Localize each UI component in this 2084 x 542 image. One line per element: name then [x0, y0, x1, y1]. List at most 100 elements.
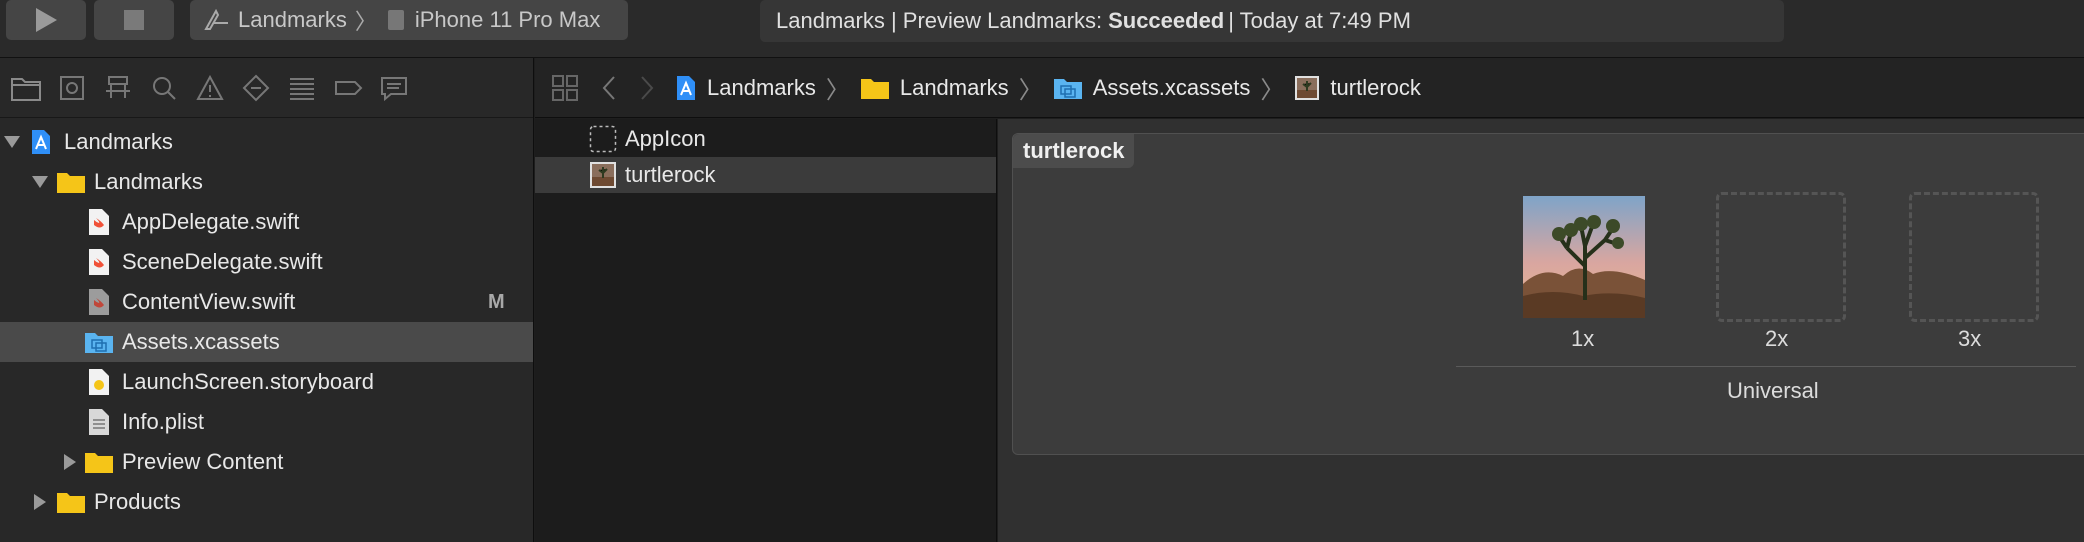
search-icon	[153, 76, 176, 100]
tree-item-label: Preview Content	[122, 449, 284, 474]
activity-status: Landmarks | Preview Landmarks: Succeeded…	[760, 0, 1784, 42]
related-items-icon[interactable]	[551, 74, 579, 102]
tree-item-label: Assets.xcassets	[122, 329, 280, 354]
tree-item-label: ContentView.swift	[122, 289, 296, 314]
image-set: turtlerock 1x 2x 3x Universal	[1012, 133, 2084, 455]
breadcrumb-group[interactable]: Landmarks 〉	[860, 70, 1053, 105]
tree-item-products[interactable]: Products	[0, 482, 533, 522]
folder-icon	[85, 453, 113, 473]
group-divider	[1456, 366, 2076, 367]
tree-item-scenedelegate[interactable]: SceneDelegate.swift	[0, 242, 533, 282]
scale-label-1x: 1x	[1571, 326, 1595, 351]
tree-item-infoplist[interactable]: Info.plist	[0, 402, 533, 442]
folder-icon	[860, 78, 889, 99]
plist-icon	[89, 409, 109, 435]
image-slot-1x[interactable]	[1523, 196, 1645, 318]
stop-button[interactable]	[94, 0, 174, 40]
xcode-project-icon	[32, 130, 50, 154]
scheme-device: iPhone 11 Pro Max	[414, 7, 601, 32]
image-thumbnail-icon	[590, 162, 616, 188]
disclosure-down-icon[interactable]	[4, 136, 20, 148]
tree-item-assets[interactable]: Assets.xcassets	[0, 322, 533, 362]
chevron-right-icon: 〉	[1018, 77, 1043, 104]
tab-report[interactable]	[376, 70, 412, 106]
disclosure-right-icon[interactable]	[64, 454, 76, 470]
appicon-placeholder-icon	[589, 125, 617, 153]
jump-bar: Landmarks 〉 Landmarks 〉 Assets.xcassets …	[535, 58, 2084, 118]
asset-item-label: turtlerock	[625, 162, 716, 187]
scale-label-3x: 3x	[1958, 326, 1982, 351]
image-set-title: turtlerock	[1013, 134, 1135, 168]
device-icon	[387, 10, 404, 30]
scheme-selector[interactable]: Landmarks 〉 iPhone 11 Pro Max	[190, 0, 628, 40]
app-scheme-icon	[204, 9, 228, 30]
forward-arrow-icon[interactable]	[639, 75, 655, 101]
asset-item-appicon[interactable]: AppIcon	[535, 121, 996, 157]
tab-project[interactable]	[8, 70, 44, 106]
chevron-right-icon: 〉	[825, 77, 850, 104]
toolbar: Landmarks 〉 iPhone 11 Pro Max Landmarks …	[0, 0, 2084, 58]
asset-list: AppIcon turtlerock	[535, 119, 997, 542]
image-slot-2x[interactable]	[1716, 192, 1846, 322]
project-navigator: Landmarks Landmarks AppDelegate.swift Sc…	[0, 58, 534, 542]
disclosure-down-icon[interactable]	[32, 176, 48, 188]
test-icon	[242, 74, 270, 101]
asset-item-label: AppIcon	[625, 126, 706, 151]
swift-file-icon	[89, 209, 109, 235]
asset-editor-canvas: turtlerock 1x 2x 3x Universal	[998, 119, 2084, 542]
tab-source-control[interactable]	[54, 70, 90, 106]
run-button[interactable]	[6, 0, 86, 40]
tree-item-contentview[interactable]: ContentView.swift M	[0, 282, 533, 322]
tab-test[interactable]	[238, 70, 274, 106]
image-slot-3x[interactable]	[1909, 192, 2039, 322]
scale-label-2x: 2x	[1765, 326, 1789, 351]
tree-item-launchscreen[interactable]: LaunchScreen.storyboard	[0, 362, 533, 402]
tree-item-label: AppDelegate.swift	[122, 209, 300, 234]
breadcrumb-label: Assets.xcassets	[1092, 74, 1251, 100]
status-suffix: | Today at 7:49 PM	[1228, 8, 1411, 33]
breadcrumb-label: Landmarks	[899, 74, 1009, 100]
breadcrumb-assets[interactable]: Assets.xcassets 〉	[1053, 70, 1295, 105]
tab-find[interactable]	[146, 70, 182, 106]
breadcrumb-label: Landmarks	[707, 74, 816, 100]
stop-icon	[124, 10, 144, 30]
report-icon	[381, 76, 407, 101]
tree-item-label: Products	[94, 489, 181, 514]
chevron-right-icon: 〉	[354, 9, 377, 34]
tab-debug[interactable]	[284, 70, 320, 106]
play-icon	[36, 8, 57, 32]
breadcrumb-label: turtlerock	[1330, 74, 1421, 100]
asset-item-turtlerock[interactable]: turtlerock	[535, 157, 996, 193]
breakpoint-icon	[335, 80, 363, 95]
tree-item-group-landmarks[interactable]: Landmarks	[0, 162, 533, 202]
source-control-icon	[60, 75, 84, 100]
breadcrumb-imageset[interactable]: turtlerock	[1294, 74, 1421, 101]
status-result: Succeeded	[1108, 8, 1225, 33]
chevron-right-icon: 〉	[1260, 77, 1285, 104]
tab-issue[interactable]	[192, 70, 228, 106]
tree-item-project-landmarks[interactable]: Landmarks	[0, 122, 533, 162]
disclosure-right-icon[interactable]	[34, 494, 46, 510]
breadcrumb-project[interactable]: Landmarks 〉	[675, 70, 860, 105]
folder-icon	[11, 77, 41, 101]
navigator-tabs	[0, 58, 533, 118]
hierarchy-icon	[106, 75, 130, 98]
swift-file-icon	[89, 249, 109, 275]
tab-symbol[interactable]	[100, 70, 136, 106]
tree-item-appdelegate[interactable]: AppDelegate.swift	[0, 202, 533, 242]
back-arrow-icon[interactable]	[601, 75, 617, 101]
swift-file-icon	[89, 289, 109, 315]
asset-catalog-icon	[85, 333, 113, 353]
asset-catalog-icon	[1053, 78, 1082, 99]
folder-icon	[57, 173, 85, 193]
file-tree: Landmarks Landmarks AppDelegate.swift Sc…	[0, 118, 533, 522]
warning-icon	[196, 74, 224, 100]
tree-item-label: Landmarks	[64, 129, 173, 154]
tab-breakpoint[interactable]	[330, 70, 366, 106]
tree-item-label: SceneDelegate.swift	[122, 249, 323, 274]
tree-item-label: Info.plist	[122, 409, 204, 434]
status-prefix: Landmarks | Preview Landmarks:	[776, 8, 1103, 33]
tree-item-preview-content[interactable]: Preview Content	[0, 442, 533, 482]
image-thumbnail-icon	[1295, 75, 1320, 100]
folder-icon	[57, 493, 85, 513]
